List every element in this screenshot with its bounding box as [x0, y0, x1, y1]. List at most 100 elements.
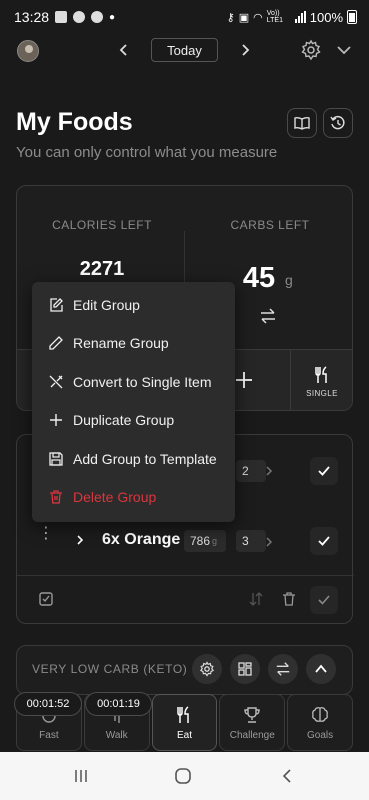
today-button[interactable]: Today [151, 38, 218, 62]
check-icon [318, 595, 330, 605]
signal-icon [294, 11, 306, 23]
history-icon [330, 115, 345, 130]
plus-icon [50, 414, 62, 426]
chevron-left-icon [119, 44, 127, 56]
confirm-button[interactable] [310, 457, 338, 485]
chevron-up-icon [315, 664, 327, 673]
menu-duplicate-group[interactable]: Duplicate Group [32, 402, 235, 438]
group-footer [17, 575, 354, 625]
menu-delete-group-label: Delete Group [73, 489, 157, 505]
chevron-down-icon [337, 46, 351, 55]
fast-timer[interactable]: 00:01:52 [14, 692, 82, 716]
menu-rename-group[interactable]: Rename Group [32, 325, 235, 361]
plan-layout-button[interactable] [230, 654, 260, 684]
check-icon [318, 466, 330, 476]
top-nav: Today [0, 34, 369, 68]
expand-button[interactable] [334, 40, 354, 60]
menu-add-template[interactable]: Add Group to Template [32, 441, 235, 477]
quantity-field[interactable]: 2 [236, 460, 266, 482]
checkbox-icon [39, 592, 53, 606]
drag-handle-icon[interactable]: ⋮ [38, 526, 54, 542]
brain-icon [312, 707, 328, 722]
battery-percent: 100% [309, 9, 343, 25]
home-icon [175, 768, 191, 784]
menu-edit-group[interactable]: Edit Group [32, 287, 235, 323]
food-name: 6x Orange [102, 531, 181, 548]
plan-collapse-button[interactable] [306, 654, 336, 684]
avatar[interactable] [17, 40, 39, 62]
chevron-right-icon [266, 537, 273, 547]
sync-icon: ▣ [238, 11, 250, 24]
swap-macro-button[interactable] [259, 307, 277, 330]
menu-convert-single-label: Convert to Single Item [73, 374, 212, 390]
select-all-button[interactable] [38, 591, 54, 612]
grams-unit: g [212, 536, 218, 546]
menu-delete-group[interactable]: Delete Group [32, 479, 235, 515]
page-subtitle: You can only control what you measure [16, 144, 278, 161]
pencil-icon [49, 336, 63, 350]
sort-icon [249, 592, 263, 606]
menu-edit-group-label: Edit Group [73, 297, 140, 313]
status-time: 13:28 [14, 9, 50, 25]
recents-icon [75, 770, 87, 782]
next-day-button[interactable] [234, 39, 256, 61]
nav-walk-label: Walk [105, 730, 128, 741]
carbs-unit: g [285, 272, 293, 288]
delete-button[interactable] [281, 591, 297, 612]
gallery-icon [55, 11, 68, 23]
trash-icon [50, 490, 62, 504]
nav-eat[interactable]: Eat [151, 694, 218, 751]
utensils-crossed-icon [49, 375, 63, 389]
page-title: My Foods [16, 108, 133, 136]
menu-convert-single[interactable]: Convert to Single Item [32, 364, 235, 400]
check-icon [318, 536, 330, 546]
message-icon [91, 11, 104, 23]
plus-icon [236, 372, 252, 388]
confirm-group-button[interactable] [310, 586, 338, 614]
menu-duplicate-group-label: Duplicate Group [73, 412, 175, 428]
history-button[interactable] [323, 108, 353, 138]
trash-icon [283, 592, 295, 606]
chevron-right-icon [77, 535, 84, 545]
settings-button[interactable] [300, 39, 322, 61]
previous-day-button[interactable] [113, 39, 135, 61]
single-label: SINGLE [306, 389, 338, 398]
diet-plan-label: VERY LOW CARB (KETO) [32, 662, 188, 676]
recent-apps-button[interactable] [71, 766, 91, 786]
save-icon [49, 452, 63, 466]
plan-settings-button[interactable] [192, 654, 222, 684]
menu-rename-group-label: Rename Group [73, 335, 169, 351]
plan-swap-button[interactable] [268, 654, 298, 684]
row-expand-button[interactable] [263, 464, 275, 482]
swap-icon [276, 662, 290, 676]
home-button[interactable] [173, 766, 193, 786]
grams-value: 786 [190, 534, 211, 548]
grid-icon [238, 662, 252, 676]
back-button[interactable] [277, 766, 297, 786]
add-food-button[interactable] [234, 370, 254, 395]
calories-left-value: 2271 [79, 258, 125, 280]
carbs-left-value: 45 [242, 262, 276, 294]
food-book-button[interactable] [287, 108, 317, 138]
chevron-right-icon [242, 44, 250, 56]
quantity-field[interactable]: 3 [236, 530, 266, 552]
diet-plan-card: VERY LOW CARB (KETO) [16, 645, 353, 695]
calories-left-label: CALORIES LEFT [52, 218, 152, 232]
grams-field[interactable]: 786 g [184, 530, 226, 552]
row-expand-button[interactable] [74, 533, 86, 551]
sort-button[interactable] [248, 591, 264, 612]
single-item-button[interactable]: SINGLE [290, 350, 352, 410]
row-more-button[interactable] [263, 535, 275, 553]
trophy-icon [244, 707, 260, 723]
food-row[interactable]: ⋮ 6x Orange 786 g 3 [17, 524, 354, 558]
battery-icon [347, 10, 357, 24]
nav-challenge[interactable]: Challenge [219, 694, 286, 751]
utensils-icon [315, 366, 327, 383]
utensils-icon [177, 706, 190, 723]
dot-icon: ● [109, 11, 116, 23]
wifi-icon: ◠ [253, 11, 263, 24]
confirm-button[interactable] [310, 527, 338, 555]
walk-timer[interactable]: 00:01:19 [85, 692, 152, 716]
nav-fast-label: Fast [39, 730, 59, 741]
nav-goals[interactable]: Goals [287, 694, 353, 751]
